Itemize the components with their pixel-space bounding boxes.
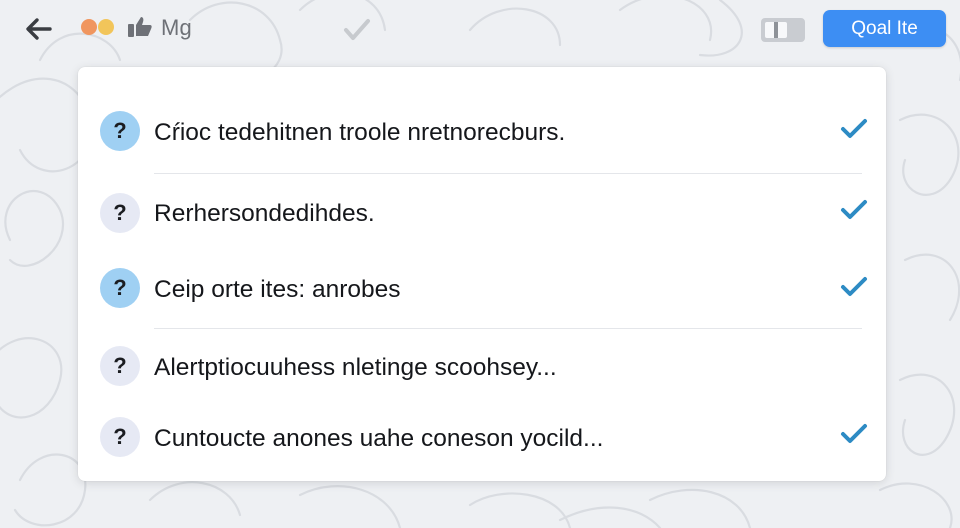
question-row[interactable]: ? Ceip orte ites: anrobes bbox=[78, 249, 886, 328]
check-icon bbox=[344, 19, 370, 40]
question-mark-icon: ? bbox=[100, 346, 140, 386]
primary-action-button[interactable]: Qoal Ite bbox=[823, 10, 946, 47]
check-icon bbox=[841, 424, 867, 443]
question-row[interactable]: ? Alertptiocuuhess nletinge scoohsey... bbox=[78, 329, 886, 401]
question-row[interactable]: ? Rerhersondedihdes. bbox=[78, 174, 886, 248]
question-text: Alertptiocuuhess nletinge scoohsey... bbox=[154, 354, 557, 381]
check-icon bbox=[841, 200, 867, 219]
question-list-card: ? Cŕioc tedehitnen troole nretnorecburs.… bbox=[78, 67, 886, 481]
toggle-icon[interactable] bbox=[760, 16, 806, 44]
question-mark-icon: ? bbox=[100, 417, 140, 457]
back-arrow-icon[interactable] bbox=[22, 12, 56, 44]
window-dot-yellow bbox=[98, 19, 114, 35]
question-row[interactable]: ? Cŕioc tedehitnen troole nretnorecburs. bbox=[78, 89, 886, 173]
question-mark-icon: ? bbox=[100, 268, 140, 308]
question-text: Cŕioc tedehitnen troole nretnorecburs. bbox=[154, 119, 566, 146]
question-mark-icon: ? bbox=[100, 193, 140, 233]
window-dot-orange bbox=[81, 19, 97, 35]
check-icon bbox=[841, 119, 867, 138]
question-text: Rerhersondedihdes. bbox=[154, 200, 375, 227]
question-row[interactable]: ? Cuntoucte anones uahe coneson yocild..… bbox=[78, 401, 886, 473]
thumbs-up-icon bbox=[128, 17, 152, 37]
question-mark-icon: ? bbox=[100, 111, 140, 151]
check-icon bbox=[841, 277, 867, 296]
question-text: Ceip orte ites: anrobes bbox=[154, 276, 401, 303]
question-text: Cuntoucte anones uahe coneson yocild... bbox=[154, 425, 604, 452]
app-title: Mg bbox=[161, 15, 192, 40]
top-bar: Mg Qoal Ite bbox=[0, 0, 960, 58]
